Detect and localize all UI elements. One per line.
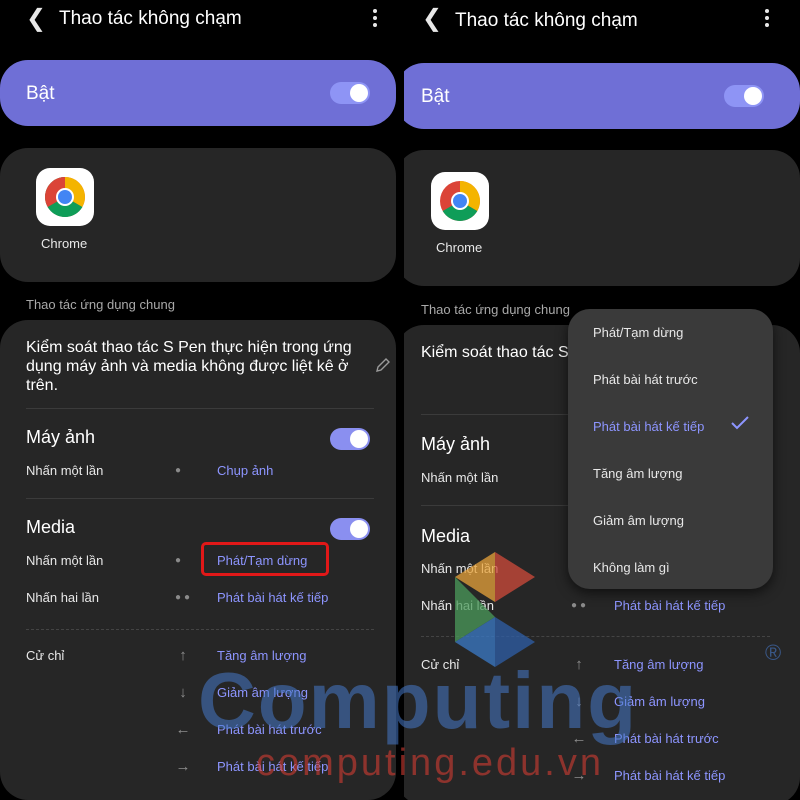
description-text: Kiểm soát thao tác S Pen thực hiện trong… (26, 339, 352, 394)
top-bar: ❮ Thao tác không chạm (0, 0, 396, 40)
more-options-icon[interactable] (764, 9, 770, 31)
pencil-icon[interactable] (374, 356, 392, 374)
back-icon[interactable]: ❮ (26, 7, 46, 31)
top-bar: ❮ Thao tác không chạm (404, 0, 800, 40)
registered-mark: ® (765, 640, 782, 665)
app-name: Chrome (436, 240, 483, 255)
more-options-icon[interactable] (372, 9, 378, 31)
highlight-box (201, 542, 329, 576)
dropdown-option[interactable]: Phát bài hát trước (593, 372, 698, 387)
arrow-up-icon: ↑ (179, 647, 187, 664)
divider (26, 498, 374, 499)
dropdown-option[interactable]: Phát/Tạm dừng (593, 325, 683, 340)
divider (26, 629, 374, 630)
dropdown-option[interactable]: Không làm gì (593, 560, 670, 575)
dropdown-option[interactable]: Tăng âm lượng (593, 466, 683, 481)
media-double-press-label: Nhấn hai lần (26, 590, 99, 605)
description-text: Kiểm soát thao tác S Pen thực hiện trong… (421, 344, 571, 361)
checkmark-icon (731, 416, 749, 430)
section-label: Thao tác ứng dụng chung (421, 302, 570, 317)
watermark-text: Computing (198, 656, 639, 745)
master-switch-bar[interactable]: Bật (404, 63, 800, 129)
arrow-left-icon: ← (175, 721, 191, 738)
chrome-icon[interactable] (431, 172, 489, 230)
master-switch-label: Bật (421, 86, 450, 107)
master-toggle[interactable] (724, 85, 764, 107)
camera-single-press-label: Nhấn một lần (26, 463, 104, 478)
camera-title: Máy ảnh (421, 434, 491, 454)
camera-single-press-action[interactable]: Chụp ảnh (217, 463, 273, 478)
single-press-icon: ● (175, 555, 185, 566)
page-title: Thao tác không chạm (455, 10, 638, 31)
arrow-down-icon: ↓ (179, 684, 187, 701)
chrome-icon[interactable] (36, 168, 94, 226)
media-toggle[interactable] (330, 518, 370, 540)
watermark-logo (455, 552, 535, 667)
double-press-icon: ●● (175, 592, 194, 603)
dropdown-option[interactable]: Giảm âm lượng (593, 513, 684, 528)
camera-title: Máy ảnh (26, 427, 96, 447)
section-label: Thao tác ứng dụng chung (26, 297, 175, 312)
page-title: Thao tác không chạm (59, 8, 242, 29)
watermark-url: computing.edu.vn (256, 742, 604, 784)
divider (26, 408, 374, 409)
action-dropdown-menu: Phát/Tạm dừng Phát bài hát trước Phát bà… (568, 309, 773, 589)
media-title: Media (421, 526, 471, 546)
app-card: Chrome (404, 150, 800, 286)
master-toggle[interactable] (330, 82, 370, 104)
app-name: Chrome (41, 236, 88, 251)
single-press-icon: ● (175, 465, 185, 476)
master-switch-bar[interactable]: Bật (0, 60, 396, 126)
double-press-icon: ●● (571, 600, 590, 611)
media-single-press-label: Nhấn một lần (26, 553, 104, 568)
dropdown-option-selected[interactable]: Phát bài hát kế tiếp (593, 419, 704, 434)
camera-toggle[interactable] (330, 428, 370, 450)
master-switch-label: Bật (26, 83, 55, 104)
arrow-right-icon: → (175, 758, 191, 775)
camera-single-press-label: Nhấn một lần (421, 470, 499, 485)
gestures-label: Cử chỉ (26, 648, 65, 663)
app-card: Chrome (0, 148, 396, 282)
gesture-right-action[interactable]: Phát bài hát kế tiếp (614, 768, 725, 783)
back-icon[interactable]: ❮ (422, 7, 442, 31)
media-double-press-action[interactable]: Phát bài hát kế tiếp (217, 590, 328, 605)
media-title: Media (26, 517, 76, 537)
media-double-press-action[interactable]: Phát bài hát kế tiếp (614, 598, 725, 613)
